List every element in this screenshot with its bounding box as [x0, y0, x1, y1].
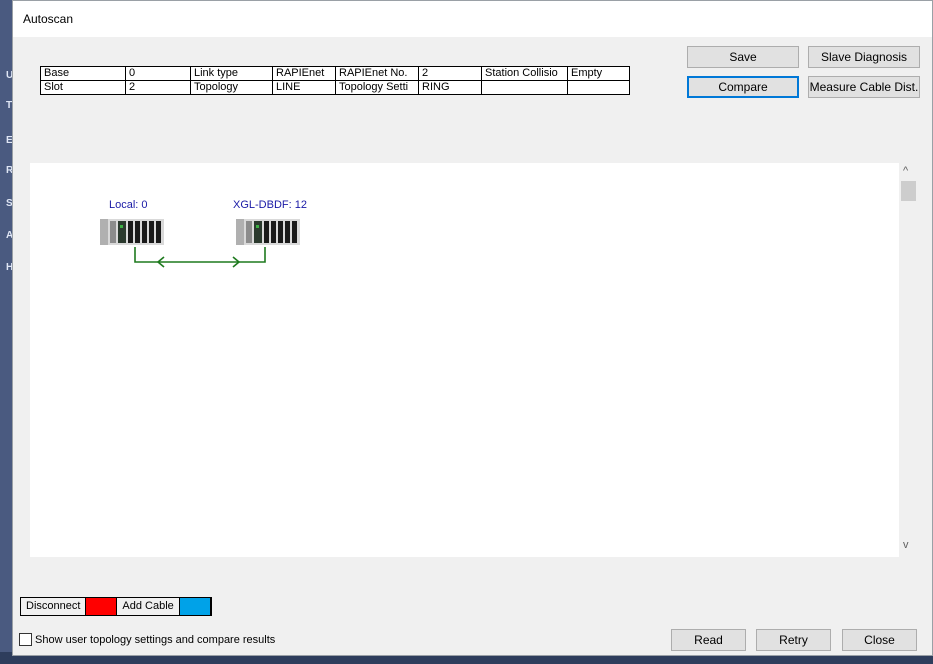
table-cell: Empty	[567, 66, 630, 81]
table-cell: 2	[125, 80, 191, 95]
vertical-scrollbar[interactable]: ^ v	[899, 163, 918, 557]
table-cell: Topology	[190, 80, 273, 95]
table-cell: 2	[418, 66, 482, 81]
legend-disconnect-swatch	[86, 598, 118, 615]
node-label-xgl-dbdf: XGL-DBDF: 12	[233, 199, 307, 211]
legend-add-cable-swatch	[179, 598, 211, 615]
table-cell: LINE	[272, 80, 336, 95]
table-cell: RAPIEnet	[272, 66, 336, 81]
title-bar[interactable]: Autoscan	[13, 1, 932, 37]
table-cell	[481, 80, 568, 95]
show-user-topology-checkbox[interactable]	[19, 633, 32, 646]
background-side-panel: U T E R S A H	[0, 0, 13, 664]
table-row: Slot 2 Topology LINE Topology Setti RING	[40, 80, 630, 95]
topology-canvas[interactable]: Local: 0 XGL-DBDF: 12	[30, 163, 918, 557]
scroll-up-icon[interactable]: ^	[903, 165, 908, 177]
save-button[interactable]: Save	[687, 46, 799, 68]
measure-cable-distance-button[interactable]: Measure Cable Dist.	[808, 76, 920, 98]
read-button[interactable]: Read	[671, 629, 746, 651]
retry-button[interactable]: Retry	[756, 629, 831, 651]
table-cell	[567, 80, 630, 95]
scroll-thumb[interactable]	[901, 181, 916, 201]
plc-rack-xgl-dbdf-icon[interactable]	[236, 217, 300, 245]
scroll-down-icon[interactable]: v	[903, 539, 909, 551]
node-label-local: Local: 0	[109, 199, 148, 211]
autoscan-dialog: Autoscan Base 0 Link type RAPIEnet RAPIE…	[12, 0, 933, 656]
slave-diagnosis-button[interactable]: Slave Diagnosis	[808, 46, 920, 68]
scan-info-table: Base 0 Link type RAPIEnet RAPIEnet No. 2…	[40, 66, 630, 95]
compare-button[interactable]: Compare	[687, 76, 799, 98]
legend-add-cable-label: Add Cable	[117, 598, 180, 615]
table-cell: Station Collisio	[481, 66, 568, 81]
table-cell: Link type	[190, 66, 273, 81]
close-button[interactable]: Close	[842, 629, 917, 651]
table-cell: Slot	[40, 80, 126, 95]
table-cell: Topology Setti	[335, 80, 419, 95]
legend: Disconnect Add Cable	[20, 597, 212, 616]
table-cell: Base	[40, 66, 126, 81]
table-row: Base 0 Link type RAPIEnet RAPIEnet No. 2…	[40, 66, 630, 81]
table-cell: RAPIEnet No.	[335, 66, 419, 81]
dialog-title: Autoscan	[23, 12, 74, 26]
ring-link-connector[interactable]	[130, 245, 275, 269]
plc-rack-local-icon[interactable]	[100, 217, 164, 245]
table-cell: RING	[418, 80, 482, 95]
show-user-topology-label[interactable]: Show user topology settings and compare …	[35, 634, 275, 646]
table-cell: 0	[125, 66, 191, 81]
legend-disconnect-label: Disconnect	[21, 598, 87, 615]
